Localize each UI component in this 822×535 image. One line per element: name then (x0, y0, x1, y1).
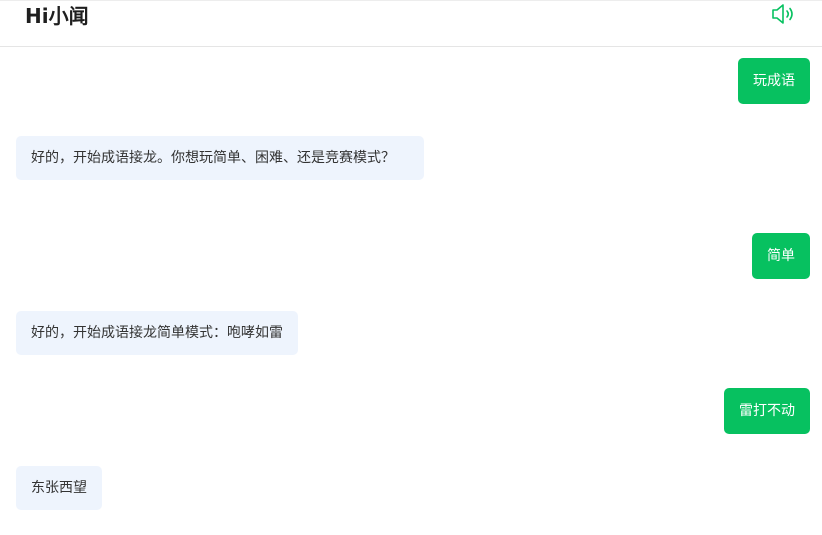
bot-message-bubble: 好的，开始成语接龙。你想玩简单、困难、还是竞赛模式？ (16, 136, 424, 180)
bot-message-bubble: 东张西望 (16, 466, 102, 510)
speaker-volume-icon[interactable] (770, 2, 798, 26)
chat-app: Hi小闻 玩成语 好的，开始成语接龙。你想玩简单、困难、还是竞赛模式？ 简单 好… (0, 0, 822, 535)
chat-messages: 玩成语 好的，开始成语接龙。你想玩简单、困难、还是竞赛模式？ 简单 好的，开始成… (0, 47, 822, 535)
user-message-bubble: 简单 (752, 233, 810, 279)
chat-header: Hi小闻 (0, 0, 822, 47)
page-title: Hi小闻 (25, 4, 89, 28)
user-message-bubble: 玩成语 (738, 58, 810, 104)
user-message-bubble: 雷打不动 (724, 388, 810, 434)
bot-message-bubble: 好的，开始成语接龙简单模式：咆哮如雷 (16, 311, 298, 355)
